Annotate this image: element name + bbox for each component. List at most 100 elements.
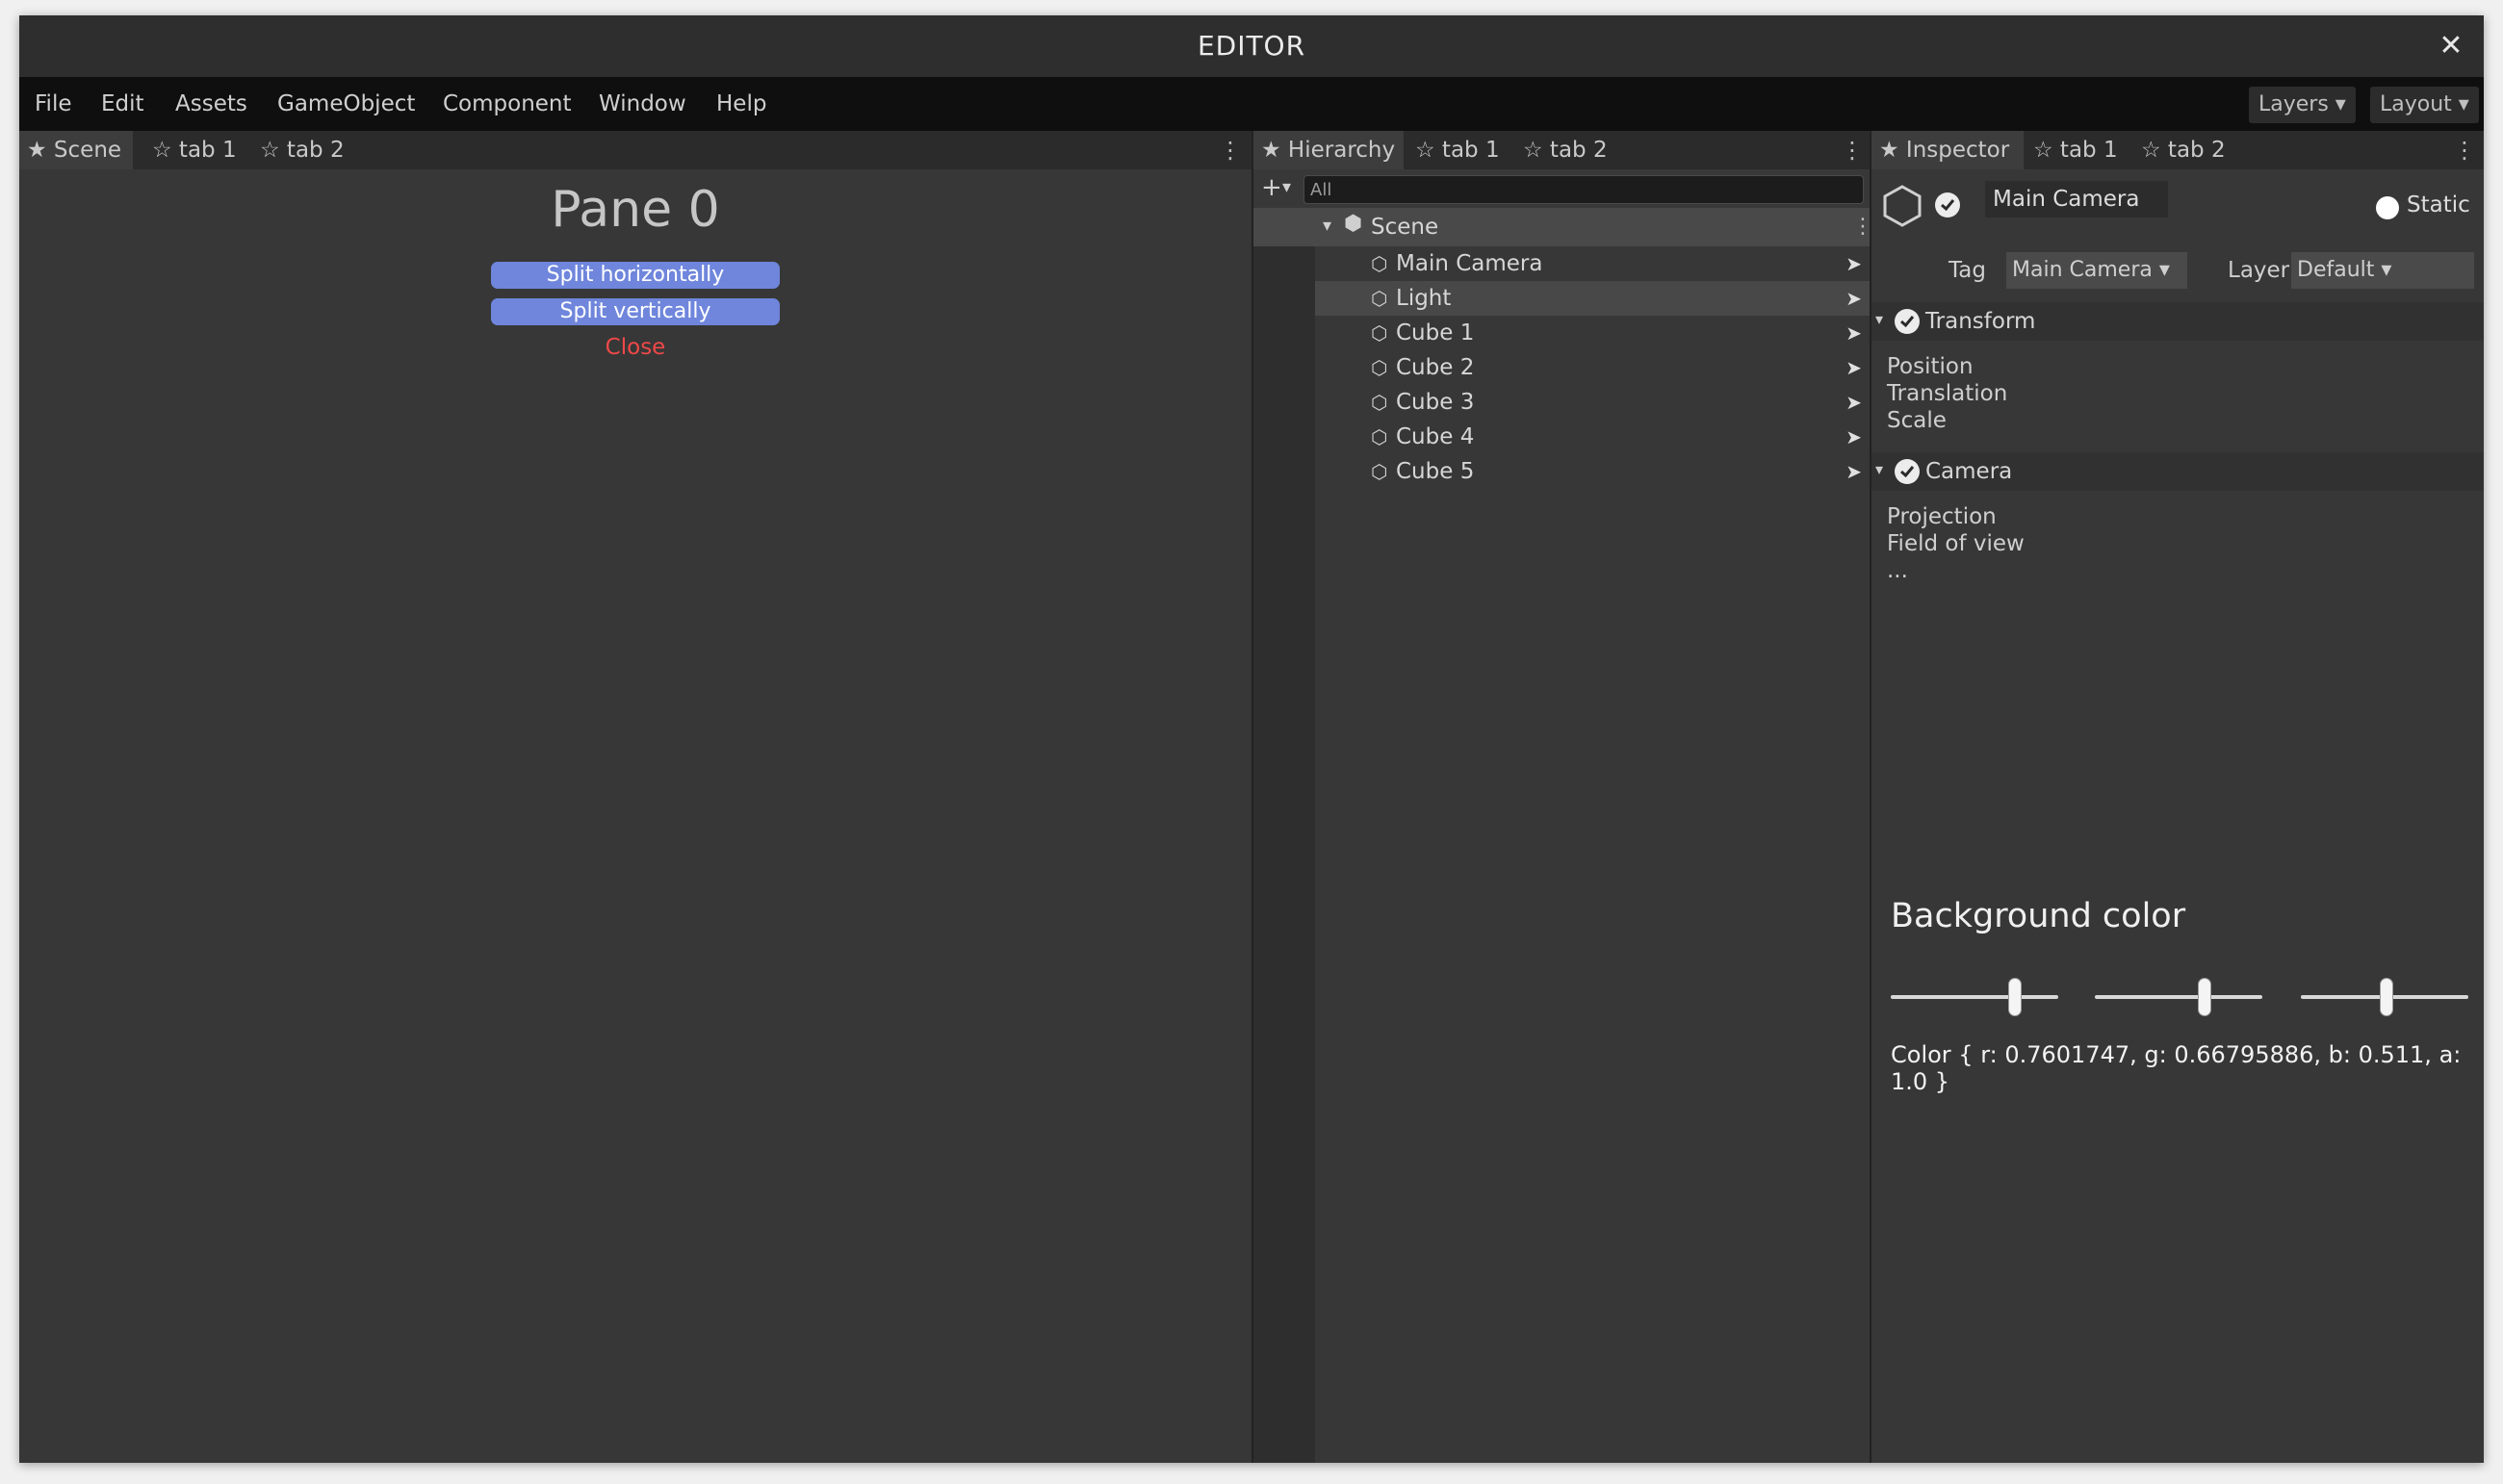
- arrow-right-icon[interactable]: ➤: [1845, 281, 1862, 316]
- chevron-down-icon[interactable]: ▾: [1323, 216, 1331, 236]
- menu-assets[interactable]: Assets: [175, 77, 247, 131]
- menu-bar: File Edit Assets GameObject Component Wi…: [19, 77, 2484, 131]
- list-item-label: Cube 3: [1396, 390, 1475, 415]
- list-item[interactable]: ⬡ Cube 3 ➤: [1315, 385, 1870, 420]
- hierarchy-pane-menu-icon[interactable]: ⋮: [1841, 131, 1864, 169]
- scene-pane-menu-icon[interactable]: ⋮: [1219, 131, 1242, 169]
- cube-icon: ⬡: [1371, 391, 1388, 414]
- editor-window: EDITOR ✕ File Edit Assets GameObject Com…: [19, 15, 2484, 1463]
- inspector-pane-menu-icon[interactable]: ⋮: [2453, 131, 2476, 169]
- menu-window[interactable]: Window: [599, 77, 686, 131]
- cube-icon: ⬡: [1371, 287, 1388, 310]
- arrow-right-icon[interactable]: ➤: [1845, 246, 1862, 281]
- background-color-title: Background color: [1891, 897, 2186, 935]
- check-icon: [1941, 199, 1955, 212]
- static-checkbox[interactable]: [2376, 196, 2399, 219]
- slider-thumb[interactable]: [2008, 978, 2022, 1016]
- object-name-field[interactable]: [1985, 181, 2168, 217]
- menu-help[interactable]: Help: [716, 77, 766, 131]
- inspector-pane: ★ Inspector ☆ tab 1 ☆ tab 2 ⋮ Static Tag…: [1871, 131, 2484, 1463]
- list-item-label: Cube 1: [1396, 320, 1475, 345]
- tab-inspector-tab-2[interactable]: ☆ tab 2: [2133, 131, 2233, 169]
- color-g-slider[interactable]: [2095, 976, 2262, 1018]
- tab-scene-tab-1[interactable]: ☆ tab 1: [144, 131, 245, 169]
- transform-title: Transform: [1925, 309, 2036, 334]
- layer-label: Layer: [2228, 258, 2290, 283]
- add-object-dropdown-icon[interactable]: ▾: [1282, 177, 1291, 197]
- list-item[interactable]: ⬡ Cube 5 ➤: [1315, 454, 1870, 489]
- check-icon: [1900, 466, 1915, 478]
- position-label: Position: [1887, 354, 1974, 379]
- color-r-slider[interactable]: [1891, 976, 2058, 1018]
- tab-hierarchy[interactable]: ★ Hierarchy: [1253, 131, 1404, 169]
- slider-thumb[interactable]: [2198, 978, 2211, 1016]
- list-item[interactable]: ⬡ Cube 4 ➤: [1315, 420, 1870, 454]
- list-item[interactable]: ⬡ Light ➤: [1315, 281, 1870, 316]
- split-vertically-button[interactable]: Split vertically: [491, 298, 780, 325]
- translation-label: Translation: [1887, 381, 2008, 406]
- menu-component[interactable]: Component: [443, 77, 572, 131]
- color-value-text: Color { r: 0.7601747, g: 0.66795886, b: …: [1891, 1041, 2462, 1095]
- list-item-label: Main Camera: [1396, 251, 1543, 276]
- cube-icon: ⬡: [1371, 425, 1388, 448]
- close-pane-button[interactable]: Close: [491, 333, 780, 362]
- transform-enabled-checkbox[interactable]: [1895, 309, 1920, 334]
- list-item-label: Cube 5: [1396, 459, 1475, 484]
- color-b-slider[interactable]: [2301, 976, 2468, 1018]
- scene-tab-bar: ★ Scene ☆ tab 1 ☆ tab 2 ⋮: [19, 131, 1252, 169]
- list-item[interactable]: ⬡ Main Camera ➤: [1315, 246, 1870, 281]
- cube-icon: ⬡: [1371, 321, 1388, 345]
- cube-icon: ⬡: [1371, 252, 1388, 275]
- list-item-label: Cube 4: [1396, 424, 1475, 449]
- check-icon: [1900, 316, 1915, 328]
- layers-dropdown[interactable]: Layers ▾: [2249, 87, 2356, 123]
- hierarchy-tab-bar: ★ Hierarchy ☆ tab 1 ☆ tab 2 ⋮: [1253, 131, 1870, 169]
- tag-dropdown[interactable]: Main Camera ▾: [2006, 252, 2187, 289]
- layout-dropdown[interactable]: Layout ▾: [2370, 87, 2479, 123]
- arrow-right-icon[interactable]: ➤: [1845, 385, 1862, 420]
- tab-hierarchy-tab-1[interactable]: ☆ tab 1: [1407, 131, 1508, 169]
- tab-scene[interactable]: ★ Scene: [19, 131, 133, 169]
- tab-hierarchy-tab-2[interactable]: ☆ tab 2: [1515, 131, 1615, 169]
- list-item[interactable]: ⬡ Cube 1 ➤: [1315, 316, 1870, 350]
- static-label: Static: [2407, 192, 2470, 217]
- arrow-right-icon[interactable]: ➤: [1845, 350, 1862, 385]
- camera-enabled-checkbox[interactable]: [1895, 459, 1920, 484]
- scene-label: Scene: [1371, 215, 1439, 240]
- add-object-icon[interactable]: +: [1261, 173, 1282, 202]
- arrow-right-icon[interactable]: ➤: [1845, 316, 1862, 350]
- menu-edit[interactable]: Edit: [101, 77, 144, 131]
- layer-dropdown[interactable]: Default ▾: [2291, 252, 2474, 289]
- projection-label: Projection: [1887, 504, 1997, 529]
- list-item-label: Cube 2: [1396, 355, 1475, 380]
- chevron-down-icon[interactable]: ▾: [1875, 460, 1883, 478]
- hierarchy-toolbar: + ▾: [1253, 169, 1870, 208]
- more-props-label: ...: [1887, 558, 1908, 583]
- hierarchy-search-input[interactable]: [1303, 175, 1864, 204]
- menu-file[interactable]: File: [35, 77, 72, 131]
- slider-thumb[interactable]: [2380, 978, 2393, 1016]
- tab-inspector[interactable]: ★ Inspector: [1871, 131, 2024, 169]
- menu-gameobject[interactable]: GameObject: [277, 77, 415, 131]
- arrow-right-icon[interactable]: ➤: [1845, 454, 1862, 489]
- inspector-tab-bar: ★ Inspector ☆ tab 1 ☆ tab 2 ⋮: [1871, 131, 2484, 169]
- tag-label: Tag: [1948, 258, 1986, 283]
- camera-section-header[interactable]: ▾ Camera: [1871, 452, 2484, 491]
- split-horizontally-button[interactable]: Split horizontally: [491, 262, 780, 289]
- tab-scene-tab-2[interactable]: ☆ tab 2: [252, 131, 352, 169]
- chevron-down-icon[interactable]: ▾: [1875, 310, 1883, 328]
- list-item-label: Light: [1396, 286, 1452, 311]
- scene-icon: ⬢: [1344, 212, 1363, 236]
- window-close-icon[interactable]: ✕: [2434, 29, 2468, 64]
- cube-icon: ⬡: [1371, 356, 1388, 379]
- list-item[interactable]: ⬡ Cube 2 ➤: [1315, 350, 1870, 385]
- tab-inspector-tab-1[interactable]: ☆ tab 1: [2026, 131, 2126, 169]
- camera-title: Camera: [1925, 459, 2013, 484]
- scene-root-row[interactable]: ▾ ⬢ Scene ⋮: [1253, 208, 1873, 246]
- scale-label: Scale: [1887, 408, 1947, 433]
- title-bar: EDITOR ✕: [19, 15, 2484, 77]
- active-checkbox[interactable]: [1935, 192, 1960, 217]
- arrow-right-icon[interactable]: ➤: [1845, 420, 1862, 454]
- slider-track: [1891, 995, 2058, 999]
- transform-section-header[interactable]: ▾ Transform: [1871, 302, 2484, 341]
